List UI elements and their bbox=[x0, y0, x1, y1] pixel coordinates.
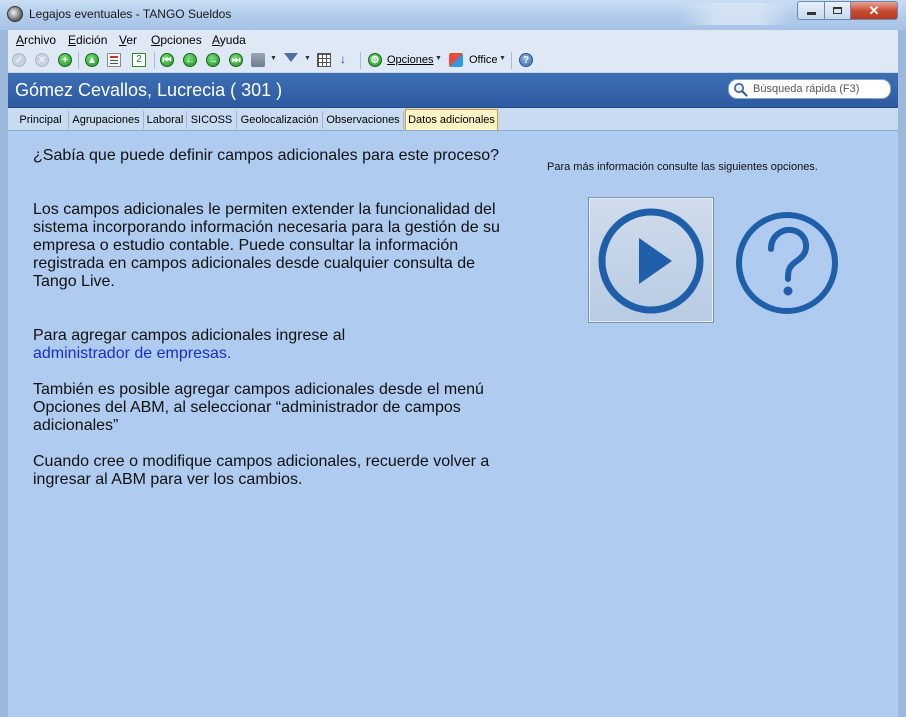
tab-principal[interactable]: Principal bbox=[13, 111, 69, 129]
maximize-icon bbox=[833, 7, 842, 14]
next-record-icon[interactable]: → bbox=[206, 53, 220, 67]
office-icon[interactable] bbox=[449, 53, 463, 67]
app-icon bbox=[7, 6, 23, 22]
tab-agrupaciones[interactable]: Agrupaciones bbox=[69, 111, 144, 129]
menu-bar: Archivo Edición Ver Opciones Ayuda bbox=[8, 30, 898, 49]
title-bar-background bbox=[682, 3, 792, 25]
add-fields-text: Para agregar campos adicionales ingrese … bbox=[33, 327, 346, 344]
toolbar-separator bbox=[154, 52, 155, 69]
menu-archivo[interactable]: Archivo bbox=[16, 33, 56, 47]
confirm-disabled-icon[interactable]: ✓ bbox=[12, 53, 26, 67]
search-placeholder: Búsqueda rápida (F3) bbox=[753, 83, 860, 95]
add-fields-paragraph: Para agregar campos adicionales ingrese … bbox=[33, 327, 503, 363]
tab-laboral[interactable]: Laboral bbox=[144, 111, 187, 129]
help-icon[interactable]: ? bbox=[519, 53, 533, 67]
reload-abm-paragraph: Cuando cree o modifique campos adicional… bbox=[33, 453, 490, 488]
window-title: Legajos eventuales - TANGO Sueldos bbox=[29, 7, 232, 21]
menu-ayuda[interactable]: Ayuda bbox=[212, 33, 246, 47]
columns-icon[interactable] bbox=[317, 53, 331, 67]
more-info-label: Para más información consulte las siguie… bbox=[547, 161, 818, 173]
menu-ver[interactable]: Ver bbox=[119, 33, 137, 47]
record-header: Gómez Cevallos, Lucrecia ( 301 ) Búsqued… bbox=[8, 73, 898, 108]
chevron-down-icon[interactable]: ▼ bbox=[270, 55, 277, 62]
chevron-down-icon[interactable]: ▼ bbox=[435, 55, 442, 62]
quick-search-input[interactable]: Búsqueda rápida (F3) bbox=[728, 79, 891, 99]
add-icon[interactable]: + bbox=[58, 53, 72, 67]
toolbar-separator bbox=[511, 52, 512, 69]
client-area: Archivo Edición Ver Opciones Ayuda ✓ ✕ +… bbox=[8, 30, 898, 717]
tab-geolocalizacion[interactable]: Geolocalización bbox=[237, 111, 323, 129]
app-window: Legajos eventuales - TANGO Sueldos ✕ Arc… bbox=[0, 0, 906, 717]
menu-opciones[interactable]: Opciones bbox=[151, 33, 202, 47]
description-paragraph: Los campos adicionales le permiten exten… bbox=[33, 201, 500, 290]
sort-az-icon[interactable]: ↓ bbox=[340, 52, 346, 66]
administrador-empresas-link[interactable]: administrador de empresas. bbox=[33, 345, 231, 362]
binoculars-icon[interactable] bbox=[251, 53, 265, 67]
abm-options-paragraph: También es posible agregar campos adicio… bbox=[33, 381, 484, 434]
chevron-down-icon[interactable]: ▼ bbox=[304, 55, 311, 62]
minimize-icon bbox=[806, 12, 816, 15]
opciones-menu-button[interactable]: Opciones bbox=[387, 54, 433, 66]
search-icon bbox=[734, 83, 748, 97]
options-gear-icon[interactable]: ⚙ bbox=[368, 53, 382, 67]
help-question-icon[interactable] bbox=[735, 211, 839, 315]
last-record-icon[interactable]: ⏭ bbox=[229, 53, 243, 67]
record-title: Gómez Cevallos, Lucrecia ( 301 ) bbox=[15, 80, 283, 100]
play-video-button[interactable] bbox=[588, 197, 714, 323]
toolbar: ✓ ✕ + ▲ 2 ⏮ ← → ⏭ ▼ ▼ ↓ ⚙ Opciones ▼ Off… bbox=[8, 49, 898, 73]
toolbar-separator bbox=[360, 52, 361, 69]
close-icon: ✕ bbox=[868, 2, 880, 18]
tab-sicoss[interactable]: SICOSS bbox=[187, 111, 237, 129]
tab-datos-adicionales[interactable]: Datos adicionales bbox=[405, 109, 498, 130]
document-icon[interactable] bbox=[107, 53, 121, 67]
tab-strip: Principal Agrupaciones Laboral SICOSS Ge… bbox=[8, 108, 898, 131]
cancel-disabled-icon[interactable]: ✕ bbox=[35, 53, 49, 67]
title-bar: Legajos eventuales - TANGO Sueldos ✕ bbox=[0, 0, 906, 30]
maximize-button[interactable] bbox=[824, 1, 851, 20]
close-button[interactable]: ✕ bbox=[850, 1, 898, 20]
minimize-button[interactable] bbox=[797, 1, 825, 20]
toolbar-separator bbox=[78, 52, 79, 69]
office-menu-button[interactable]: Office bbox=[469, 54, 498, 66]
first-record-icon[interactable]: ⏮ bbox=[160, 53, 174, 67]
play-icon bbox=[598, 208, 704, 314]
menu-edicion[interactable]: Edición bbox=[68, 33, 107, 47]
intro-question: ¿Sabía que puede definir campos adiciona… bbox=[33, 147, 500, 164]
datos-adicionales-panel: ¿Sabía que puede definir campos adiciona… bbox=[8, 131, 898, 717]
previous-record-icon[interactable]: ← bbox=[183, 53, 197, 67]
tab-observaciones[interactable]: Observaciones bbox=[323, 111, 404, 129]
filter-icon[interactable] bbox=[284, 53, 298, 62]
chevron-down-icon[interactable]: ▼ bbox=[499, 55, 506, 62]
edit-icon[interactable]: ▲ bbox=[85, 53, 99, 67]
refresh-icon[interactable]: 2 bbox=[132, 53, 146, 67]
